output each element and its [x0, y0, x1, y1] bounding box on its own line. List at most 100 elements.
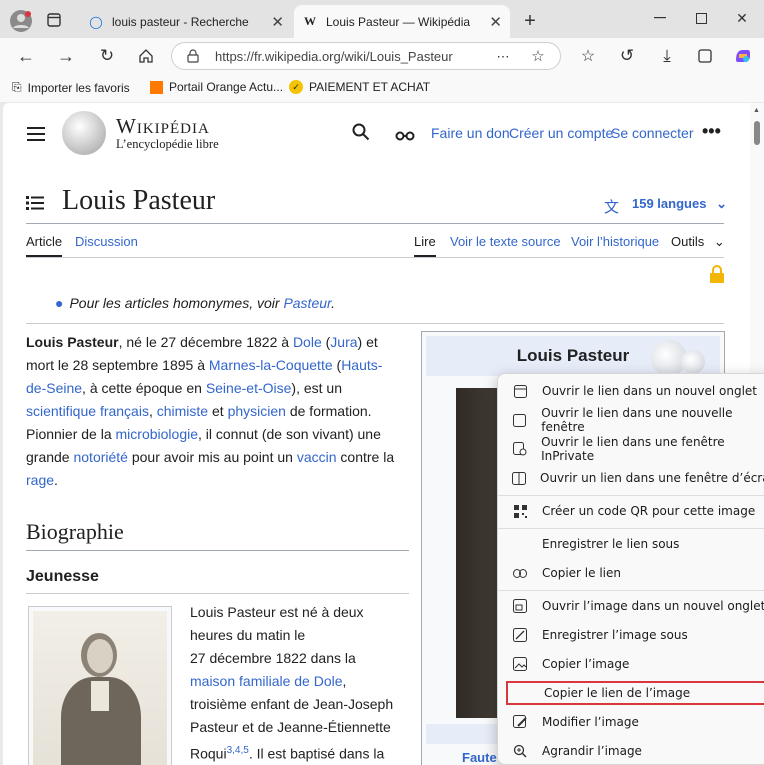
- back-icon[interactable]: ←: [14, 44, 38, 68]
- menu-save-image-as[interactable]: Enregistrer l’image sous: [506, 622, 764, 648]
- check-badge-icon: ✓: [289, 80, 303, 94]
- blank-icon: [514, 685, 530, 701]
- extensions-icon[interactable]: [693, 44, 717, 68]
- close-icon[interactable]: ✕: [271, 13, 284, 31]
- link-notoriete[interactable]: notoriété: [73, 449, 127, 465]
- favorites-paiement-item[interactable]: ✓ PAIEMENT ET ACHAT: [289, 80, 430, 94]
- link-jura[interactable]: Jura: [330, 334, 357, 350]
- tabs-divider: [26, 257, 724, 258]
- menu-copy-link[interactable]: Copier le lien: [506, 560, 764, 586]
- tab-actions-icon[interactable]: [44, 10, 64, 30]
- menu-edit-image[interactable]: Modifier l’image: [506, 709, 764, 735]
- infobox-header: Louis Pasteur: [426, 336, 720, 376]
- favorites-import-item[interactable]: ⎘ Importer les favoris: [12, 80, 130, 95]
- reading-mode-icon[interactable]: ⋯: [494, 48, 512, 66]
- reference-links[interactable]: 3,4,5: [227, 745, 249, 756]
- link-physicien[interactable]: physicien: [228, 403, 286, 419]
- bio-paragraph: Louis Pasteur est né à deux heures du ma…: [190, 604, 394, 762]
- menu-open-split-screen[interactable]: Ouvrir un lien dans une fenêtre d’écran …: [506, 465, 764, 491]
- orange-logo-icon: [150, 80, 163, 94]
- image-new-tab-icon: [512, 598, 528, 614]
- wiki-tagline: L’encyclopédie libre: [116, 137, 219, 151]
- languages-button[interactable]: 159 langues ⌄: [632, 196, 727, 212]
- forward-icon[interactable]: →: [54, 44, 78, 68]
- link-icon: [512, 565, 528, 581]
- history-icon[interactable]: ↺: [615, 44, 639, 68]
- add-favorite-icon[interactable]: ☆: [529, 47, 547, 65]
- lock-icon[interactable]: [709, 265, 725, 288]
- menu-copy-image[interactable]: Copier l’image: [506, 651, 764, 677]
- menu-open-inprivate[interactable]: Ouvrir le lien dans une fenêtre InPrivat…: [506, 435, 764, 463]
- link-maison-familiale[interactable]: maison familiale de Dole: [190, 673, 343, 689]
- link-microbiologie[interactable]: microbiologie: [116, 426, 198, 442]
- tab-history[interactable]: Voir l’historique: [571, 234, 659, 249]
- save-image-icon: [512, 627, 528, 643]
- menu-open-image-new-tab[interactable]: Ouvrir l’image dans un nouvel onglet: [506, 593, 764, 619]
- link-vaccin[interactable]: vaccin: [297, 449, 337, 465]
- home-icon[interactable]: [134, 44, 158, 68]
- tab-view-source[interactable]: Voir le texte source: [450, 234, 561, 249]
- search-icon[interactable]: [352, 123, 370, 146]
- hatnote-link[interactable]: Pasteur: [283, 295, 331, 311]
- copilot-icon[interactable]: [731, 44, 755, 68]
- login-link[interactable]: Se connecter: [611, 125, 694, 141]
- favorites-icon[interactable]: ☆: [576, 44, 600, 68]
- menu-open-new-tab[interactable]: Ouvrir le lien dans un nouvel onglet: [506, 378, 764, 404]
- maximize-icon[interactable]: [691, 8, 711, 28]
- link-hauts-de-seine-2[interactable]: de-Seine: [26, 380, 82, 396]
- copy-image-icon: [512, 656, 528, 672]
- link-dole[interactable]: Dole: [293, 334, 322, 350]
- wiki-wordmark[interactable]: Wikipédia: [116, 114, 210, 139]
- address-bar[interactable]: https://fr.wikipedia.org/wiki/Louis_Past…: [171, 42, 561, 70]
- language-translate-icon[interactable]: 文: [604, 196, 619, 217]
- tab-tools[interactable]: Outils ⌄: [671, 234, 725, 250]
- import-icon: ⎘: [12, 80, 22, 94]
- engraving-image[interactable]: [33, 611, 167, 765]
- menu-create-qr[interactable]: Créer un code QR pour cette image: [506, 498, 764, 524]
- close-icon[interactable]: ✕: [489, 13, 502, 31]
- portrait-thumbnail[interactable]: [28, 606, 172, 765]
- scrollbar-thumb[interactable]: [754, 121, 760, 145]
- refresh-icon[interactable]: ↻: [95, 44, 119, 68]
- tab-discussion[interactable]: Discussion: [75, 234, 138, 249]
- new-tab-icon[interactable]: +: [518, 9, 542, 33]
- profile-avatar-icon[interactable]: [8, 8, 34, 34]
- menu-zoom-image[interactable]: Agrandir l’image: [506, 738, 764, 764]
- tab-wikipedia[interactable]: W Louis Pasteur — Wikipédia ✕: [294, 5, 510, 38]
- infobox-function-label[interactable]: Faute: [462, 750, 497, 765]
- edge-search-icon: ◯: [89, 14, 103, 29]
- link-rage[interactable]: rage: [26, 472, 54, 488]
- site-info-icon[interactable]: [185, 49, 201, 63]
- link-seine-et-oise[interactable]: Seine-et-Oise: [206, 380, 292, 396]
- link-scientifique[interactable]: scientifique: [26, 403, 96, 419]
- appearance-icon[interactable]: [395, 128, 415, 146]
- link-chimiste[interactable]: chimiste: [157, 403, 208, 419]
- main-menu-icon[interactable]: [27, 127, 45, 141]
- link-hauts-de-seine[interactable]: Hauts-: [341, 357, 382, 373]
- link-marnes[interactable]: Marnes-la-Coquette: [209, 357, 333, 373]
- menu-separator: [498, 495, 764, 496]
- context-menu: Ouvrir le lien dans un nouvel onglet Ouv…: [497, 373, 764, 765]
- close-window-icon[interactable]: ✕: [732, 8, 752, 28]
- tab-search[interactable]: ◯ louis pasteur - Recherche ✕: [80, 5, 292, 38]
- tab-article[interactable]: Article: [26, 234, 63, 257]
- page-title: Louis Pasteur: [62, 185, 216, 216]
- title-divider: [26, 223, 724, 224]
- url-text[interactable]: https://fr.wikipedia.org/wiki/Louis_Past…: [215, 49, 453, 64]
- more-options-icon[interactable]: •••: [702, 121, 721, 142]
- menu-copy-image-link[interactable]: Copier le lien de l’image: [506, 681, 764, 705]
- create-account-link[interactable]: Créer un compte: [509, 125, 613, 141]
- menu-save-link-as[interactable]: Enregistrer le lien sous: [506, 531, 764, 557]
- link-francais[interactable]: français: [100, 403, 149, 419]
- downloads-icon[interactable]: ⤓: [655, 44, 679, 68]
- toc-icon[interactable]: [26, 195, 44, 216]
- menu-open-new-window[interactable]: Ouvrir le lien dans une nouvelle fenêtre: [506, 406, 764, 434]
- scroll-up-icon[interactable]: ▲: [753, 107, 760, 114]
- minimize-icon[interactable]: [650, 8, 670, 28]
- favorites-orange-item[interactable]: Portail Orange Actu...: [150, 80, 283, 94]
- donate-link[interactable]: Faire un don: [431, 125, 510, 141]
- tab-read[interactable]: Lire: [414, 234, 436, 257]
- wikipedia-globe-logo[interactable]: [62, 111, 106, 155]
- intro-paragraph: Louis Pasteur, né le 27 décembre 1822 à …: [26, 334, 395, 488]
- subsection-divider: [26, 593, 409, 594]
